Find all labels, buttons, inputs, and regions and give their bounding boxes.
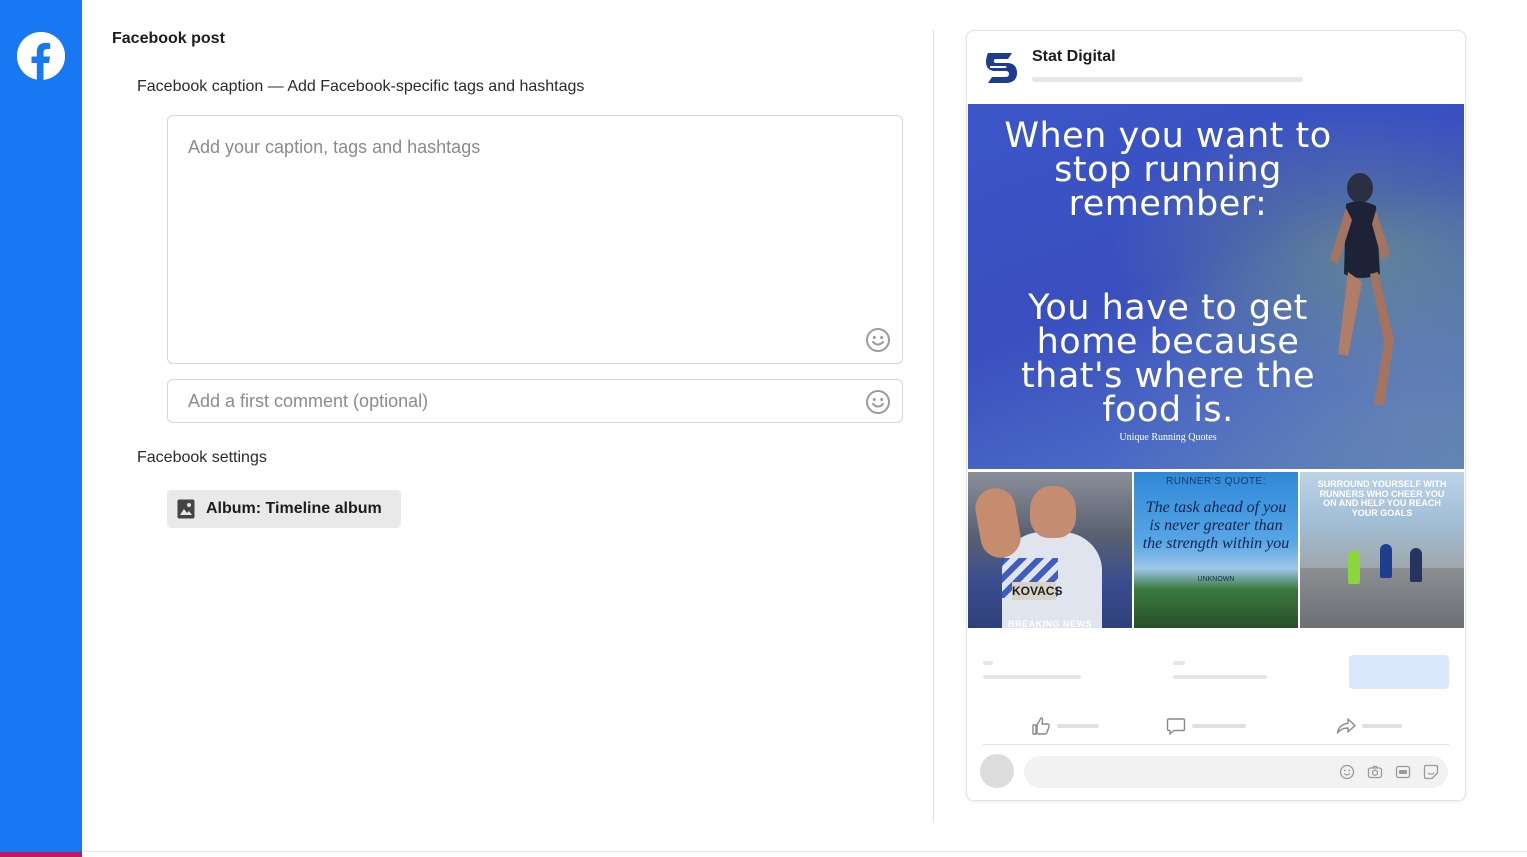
- caption-label: Facebook caption — Add Facebook-specific…: [137, 78, 585, 95]
- caption-emoji-icon[interactable]: [865, 327, 891, 353]
- cta-button-placeholder: [1349, 655, 1449, 689]
- hero-credit: Unique Running Quotes: [1119, 432, 1217, 443]
- breaking-news-banner: BREAKING NEWS: [1007, 619, 1092, 628]
- settings-label: Facebook settings: [137, 449, 267, 466]
- share-icon: [1336, 718, 1356, 734]
- network-sidebar: [0, 0, 82, 857]
- runner-quote-text: The task ahead of you is never greater t…: [1142, 499, 1290, 552]
- first-comment-input[interactable]: [168, 380, 902, 422]
- runner-figure: [1348, 550, 1360, 584]
- commenter-avatar: [980, 754, 1014, 788]
- caption-input[interactable]: [168, 116, 902, 363]
- comment-icon: [1166, 718, 1186, 735]
- bottom-divider: [82, 851, 1527, 852]
- comment-label-placeholder: [1192, 724, 1246, 728]
- athlete-name-tag: KOVACS: [1012, 582, 1063, 600]
- caption-field-container: [167, 115, 903, 364]
- comment-count-placeholder: [1173, 661, 1185, 665]
- like-label-placeholder: [1057, 724, 1099, 728]
- facebook-logo-icon: [17, 32, 65, 80]
- comment-count-placeholder: [1173, 675, 1267, 679]
- hero-quote-line-2: You have to get home because that's wher…: [1020, 288, 1316, 430]
- runner-figure: [1380, 544, 1392, 578]
- thumbnail-1: KOVACS BREAKING NEWS: [968, 472, 1132, 628]
- comment-action[interactable]: [1166, 715, 1246, 737]
- reaction-count-placeholder: [983, 675, 1081, 679]
- page-name: Stat Digital: [1032, 48, 1116, 65]
- gif-icon[interactable]: [1395, 764, 1411, 780]
- sticker-icon[interactable]: [1423, 764, 1439, 780]
- comment-emoji-icon[interactable]: [865, 389, 891, 415]
- album-image-icon: [177, 499, 195, 519]
- camera-icon[interactable]: [1367, 764, 1383, 780]
- hero-image: When you want to stop running remember: …: [968, 104, 1464, 469]
- emoji-icon[interactable]: [1339, 764, 1355, 780]
- share-label-placeholder: [1362, 724, 1402, 728]
- section-title: Facebook post: [112, 30, 225, 47]
- runners-quote-text: SURROUND YOURSELF WITH RUNNERS WHO CHEER…: [1317, 479, 1447, 518]
- share-action[interactable]: [1336, 715, 1402, 737]
- thumbnail-2: RUNNER'S QUOTE: The task ahead of you is…: [1134, 472, 1298, 628]
- hero-quote-line-1: When you want to stop running remember:: [1004, 116, 1332, 224]
- athlete-head-shape: [1030, 486, 1076, 538]
- runner-quote-header: RUNNER'S QUOTE:: [1166, 476, 1266, 487]
- page-avatar-logo: [986, 53, 1017, 83]
- reaction-count-placeholder: [983, 661, 993, 665]
- actions-divider: [983, 744, 1449, 745]
- runner-figure: [1410, 548, 1422, 582]
- runner-quote-author: UNKNOWN: [1197, 576, 1235, 583]
- sidebar-accent-bar: [0, 852, 82, 857]
- preview-comment-input[interactable]: [1024, 756, 1448, 788]
- post-meta-placeholder: [1032, 77, 1303, 82]
- album-button-label: Album: Timeline album: [206, 500, 382, 517]
- like-icon: [1032, 717, 1050, 735]
- post-preview-card: Stat Digital When you want to stop runni…: [966, 30, 1466, 801]
- album-select-button[interactable]: Album: Timeline album: [167, 490, 401, 528]
- panel-divider: [933, 30, 934, 822]
- like-action[interactable]: [1031, 715, 1099, 737]
- thumbnail-3: SURROUND YOURSELF WITH RUNNERS WHO CHEER…: [1300, 472, 1464, 628]
- athlete-arm-shape: [972, 485, 1024, 561]
- first-comment-container: [167, 379, 903, 423]
